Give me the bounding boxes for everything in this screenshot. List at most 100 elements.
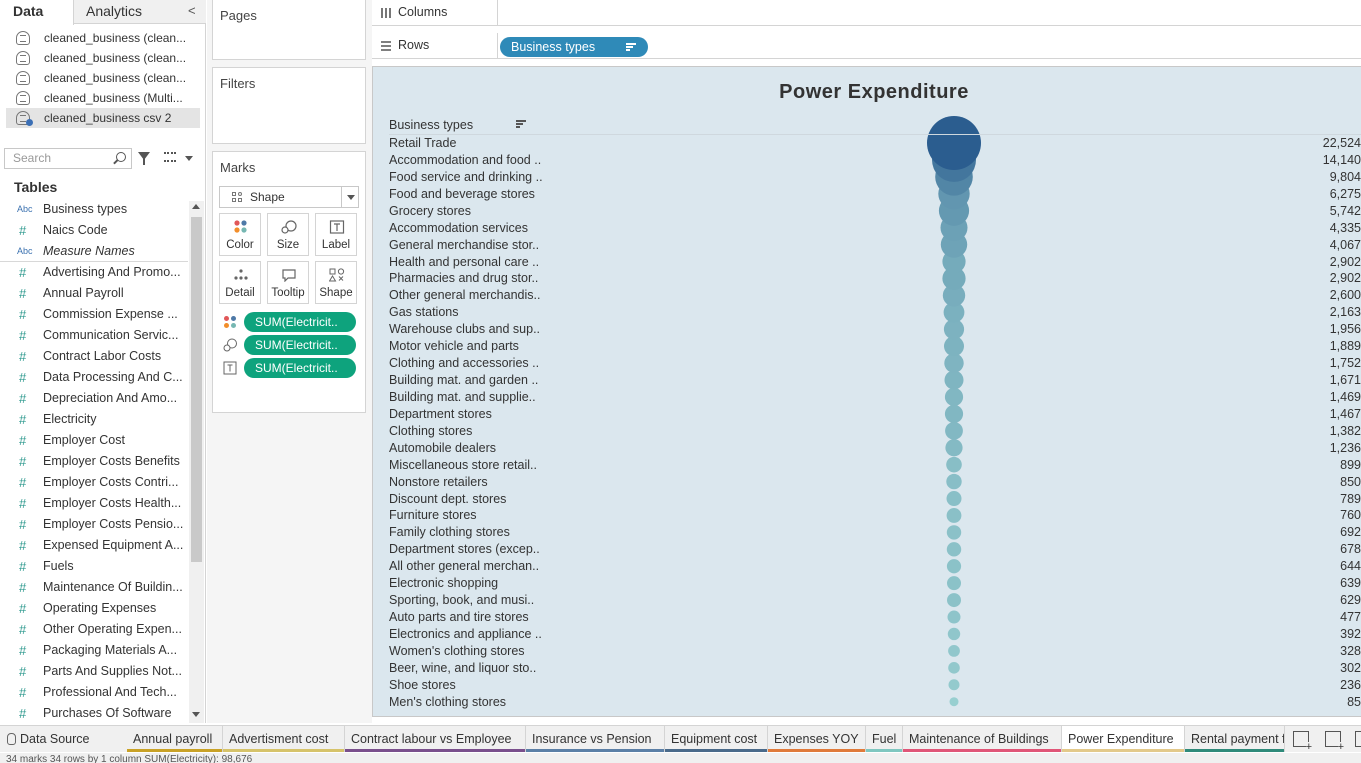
sheet-tab[interactable]: Rental payment f xyxy=(1185,726,1285,752)
bubble-mark[interactable] xyxy=(947,593,961,608)
sheet-tab[interactable]: Insurance vs Pension xyxy=(526,726,665,752)
row-label[interactable]: Men's clothing stores xyxy=(389,695,506,709)
field-item[interactable]: Abc Measure Names xyxy=(0,241,188,262)
chevron-down-icon[interactable] xyxy=(341,187,359,207)
row-label[interactable]: Clothing stores xyxy=(389,424,472,438)
bubble-mark[interactable] xyxy=(947,610,961,624)
bubble-mark[interactable] xyxy=(927,116,981,170)
row-label[interactable]: All other general merchan.. xyxy=(389,559,539,573)
row-label[interactable]: Electronic shopping xyxy=(389,576,498,590)
field-item[interactable]: Abc Business types xyxy=(0,199,188,220)
tooltip-button[interactable]: Tooltip xyxy=(267,261,309,304)
scroll-down-icon[interactable] xyxy=(192,712,200,717)
field-item[interactable]: # Packaging Materials A... xyxy=(0,640,188,661)
row-label[interactable]: Motor vehicle and parts xyxy=(389,339,519,353)
row-label[interactable]: Department stores (excep.. xyxy=(389,542,540,556)
row-label[interactable]: Auto parts and tire stores xyxy=(389,610,529,624)
color-button[interactable]: Color xyxy=(219,213,261,256)
field-item[interactable]: # Data Processing And C... xyxy=(0,367,188,388)
field-item[interactable]: # Contract Labor Costs xyxy=(0,346,188,367)
scroll-thumb[interactable] xyxy=(191,217,202,562)
data-source-item[interactable]: cleaned_business (Multi... xyxy=(6,88,200,108)
filters-card[interactable]: Filters xyxy=(212,67,366,144)
sheet-tab[interactable]: Maintenance of Buildings xyxy=(903,726,1062,752)
field-list-scrollbar[interactable] xyxy=(189,201,204,723)
bubble-mark[interactable] xyxy=(947,576,961,591)
row-label[interactable]: Pharmacies and drug stor.. xyxy=(389,271,538,285)
sheet-tab[interactable]: Contract labour vs Employee xyxy=(345,726,526,752)
field-item[interactable]: # Employer Costs Health... xyxy=(0,493,188,514)
search-input[interactable]: Search xyxy=(4,148,132,169)
bubble-mark[interactable] xyxy=(946,542,962,557)
field-item[interactable]: # Communication Servic... xyxy=(0,325,188,346)
row-label[interactable]: Building mat. and garden .. xyxy=(389,373,538,387)
sheet-tab[interactable]: Equipment cost xyxy=(665,726,768,752)
field-item[interactable]: # Professional And Tech... xyxy=(0,682,188,703)
view-options-icon[interactable] xyxy=(164,152,176,162)
field-item[interactable]: # Purchases Of Software xyxy=(0,703,188,723)
row-label[interactable]: Electronics and appliance .. xyxy=(389,627,542,641)
field-item[interactable]: # Naics Code xyxy=(0,220,188,241)
row-label[interactable]: Clothing and accessories .. xyxy=(389,356,539,370)
field-item[interactable]: # Electricity xyxy=(0,409,188,430)
field-item[interactable]: # Operating Expenses xyxy=(0,598,188,619)
row-label[interactable]: Miscellaneous store retail.. xyxy=(389,458,537,472)
bubble-mark[interactable] xyxy=(947,627,961,641)
new-story-icon[interactable] xyxy=(1355,731,1361,747)
sheet-tab[interactable]: Advertisment cost xyxy=(223,726,345,752)
field-item[interactable]: # Fuels xyxy=(0,556,188,577)
detail-button[interactable]: Detail xyxy=(219,261,261,304)
field-item[interactable]: # Employer Costs Pensio... xyxy=(0,514,188,535)
sort-icon[interactable] xyxy=(626,43,636,51)
field-item[interactable]: # Maintenance Of Buildin... xyxy=(0,577,188,598)
new-worksheet-icon[interactable] xyxy=(1293,731,1312,752)
rows-shelf[interactable]: Rows Business types xyxy=(372,33,1361,59)
row-label[interactable]: Discount dept. stores xyxy=(389,492,506,506)
bubble-mark[interactable] xyxy=(946,473,962,490)
label-field-pill[interactable]: SUM(Electricit.. xyxy=(244,358,356,378)
bubble-mark[interactable] xyxy=(948,662,960,674)
field-item[interactable]: # Depreciation And Amo... xyxy=(0,388,188,409)
bubble-mark[interactable] xyxy=(945,421,963,440)
collapse-pane-icon[interactable]: < xyxy=(188,3,202,19)
row-label[interactable]: Gas stations xyxy=(389,305,458,319)
bubble-mark[interactable] xyxy=(944,387,964,407)
field-item[interactable]: # Annual Payroll xyxy=(0,283,188,304)
new-dashboard-icon[interactable] xyxy=(1325,731,1344,752)
row-label[interactable]: Furniture stores xyxy=(389,508,477,522)
row-label[interactable]: Accommodation and food .. xyxy=(389,153,541,167)
tab-analytics[interactable]: Analytics xyxy=(86,0,142,24)
row-label[interactable]: Automobile dealers xyxy=(389,441,496,455)
field-item[interactable]: # Commission Expense ... xyxy=(0,304,188,325)
row-label[interactable]: Shoe stores xyxy=(389,678,456,692)
data-source-item[interactable]: cleaned_business (clean... xyxy=(6,28,200,48)
scroll-up-icon[interactable] xyxy=(192,204,200,209)
data-source-tab[interactable]: Data Source xyxy=(4,726,89,752)
size-button[interactable]: Size xyxy=(267,213,309,256)
data-source-item[interactable]: cleaned_business csv 2 xyxy=(6,108,200,128)
row-label[interactable]: Nonstore retailers xyxy=(389,475,488,489)
row-label[interactable]: Building mat. and supplie.. xyxy=(389,390,536,404)
size-field-pill[interactable]: SUM(Electricit.. xyxy=(244,335,356,355)
bubble-mark[interactable] xyxy=(946,456,962,473)
pages-card[interactable]: Pages xyxy=(212,0,366,60)
columns-shelf[interactable]: Columns xyxy=(372,0,1361,26)
row-label[interactable]: Food and beverage stores xyxy=(389,187,535,201)
row-label[interactable]: Accommodation services xyxy=(389,221,528,235)
bubble-mark[interactable] xyxy=(945,439,963,457)
data-source-item[interactable]: cleaned_business (clean... xyxy=(6,48,200,68)
sort-icon[interactable] xyxy=(516,120,526,128)
field-item[interactable]: # Advertising And Promo... xyxy=(0,262,188,283)
bubble-mark[interactable] xyxy=(948,679,960,691)
color-field-pill[interactable]: SUM(Electricit.. xyxy=(244,312,356,332)
mark-type-select[interactable]: Shape xyxy=(219,186,359,208)
row-label[interactable]: Other general merchandis.. xyxy=(389,288,540,302)
field-item[interactable]: # Parts And Supplies Not... xyxy=(0,661,188,682)
row-label[interactable]: Warehouse clubs and sup.. xyxy=(389,322,540,336)
row-label[interactable]: Family clothing stores xyxy=(389,525,510,539)
row-header-label[interactable]: Business types xyxy=(389,118,473,132)
row-label[interactable]: Beer, wine, and liquor sto.. xyxy=(389,661,536,675)
bubble-mark[interactable] xyxy=(946,491,962,507)
row-label[interactable]: Department stores xyxy=(389,407,492,421)
bubble-mark[interactable] xyxy=(946,525,962,540)
